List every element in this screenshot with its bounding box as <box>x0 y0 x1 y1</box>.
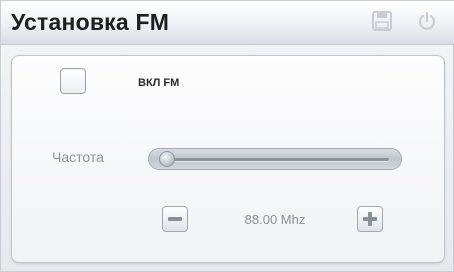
slider-track <box>163 158 389 161</box>
frequency-decrease-button[interactable] <box>162 206 188 232</box>
fm-enable-checkbox[interactable] <box>60 68 86 94</box>
window-title: Установка FM <box>11 9 170 35</box>
frequency-label: Частота <box>52 149 104 165</box>
power-icon-graphic <box>418 11 436 30</box>
title-bar: Установка FM <box>1 1 454 45</box>
fm-enable-label: ВКЛ FM <box>138 77 180 89</box>
fm-settings-panel: ВКЛ FM Частота 88.00 Mhz <box>11 55 445 263</box>
plus-icon <box>363 212 377 226</box>
save-icon-graphic <box>372 11 392 31</box>
fm-settings-window: Установка FM ВКЛ FM Частота 88.00 Mhz <box>0 0 454 272</box>
slider-thumb[interactable] <box>159 151 175 167</box>
save-icon[interactable] <box>370 9 394 33</box>
minus-icon <box>168 217 182 221</box>
power-icon[interactable] <box>415 9 439 33</box>
frequency-value: 88.00 Mhz <box>244 212 306 227</box>
frequency-increase-button[interactable] <box>357 206 383 232</box>
frequency-slider[interactable] <box>148 148 402 170</box>
